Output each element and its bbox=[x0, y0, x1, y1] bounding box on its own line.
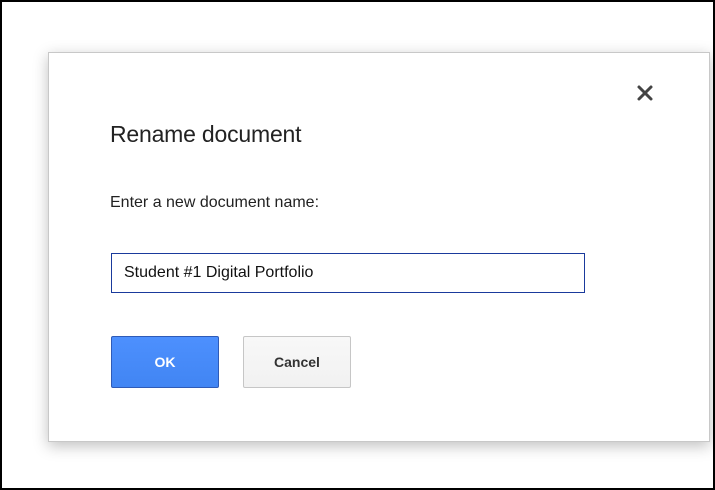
document-name-input[interactable] bbox=[111, 253, 585, 293]
ok-button[interactable]: OK bbox=[111, 336, 219, 388]
rename-dialog: Rename document Enter a new document nam… bbox=[48, 52, 710, 442]
close-icon bbox=[637, 85, 653, 101]
prompt-label: Enter a new document name: bbox=[110, 194, 320, 211]
cancel-button[interactable]: Cancel bbox=[243, 336, 351, 388]
screenshot-frame: Rename document Enter a new document nam… bbox=[0, 0, 715, 490]
dialog-title: Rename document bbox=[110, 121, 302, 147]
close-button[interactable] bbox=[633, 81, 657, 105]
